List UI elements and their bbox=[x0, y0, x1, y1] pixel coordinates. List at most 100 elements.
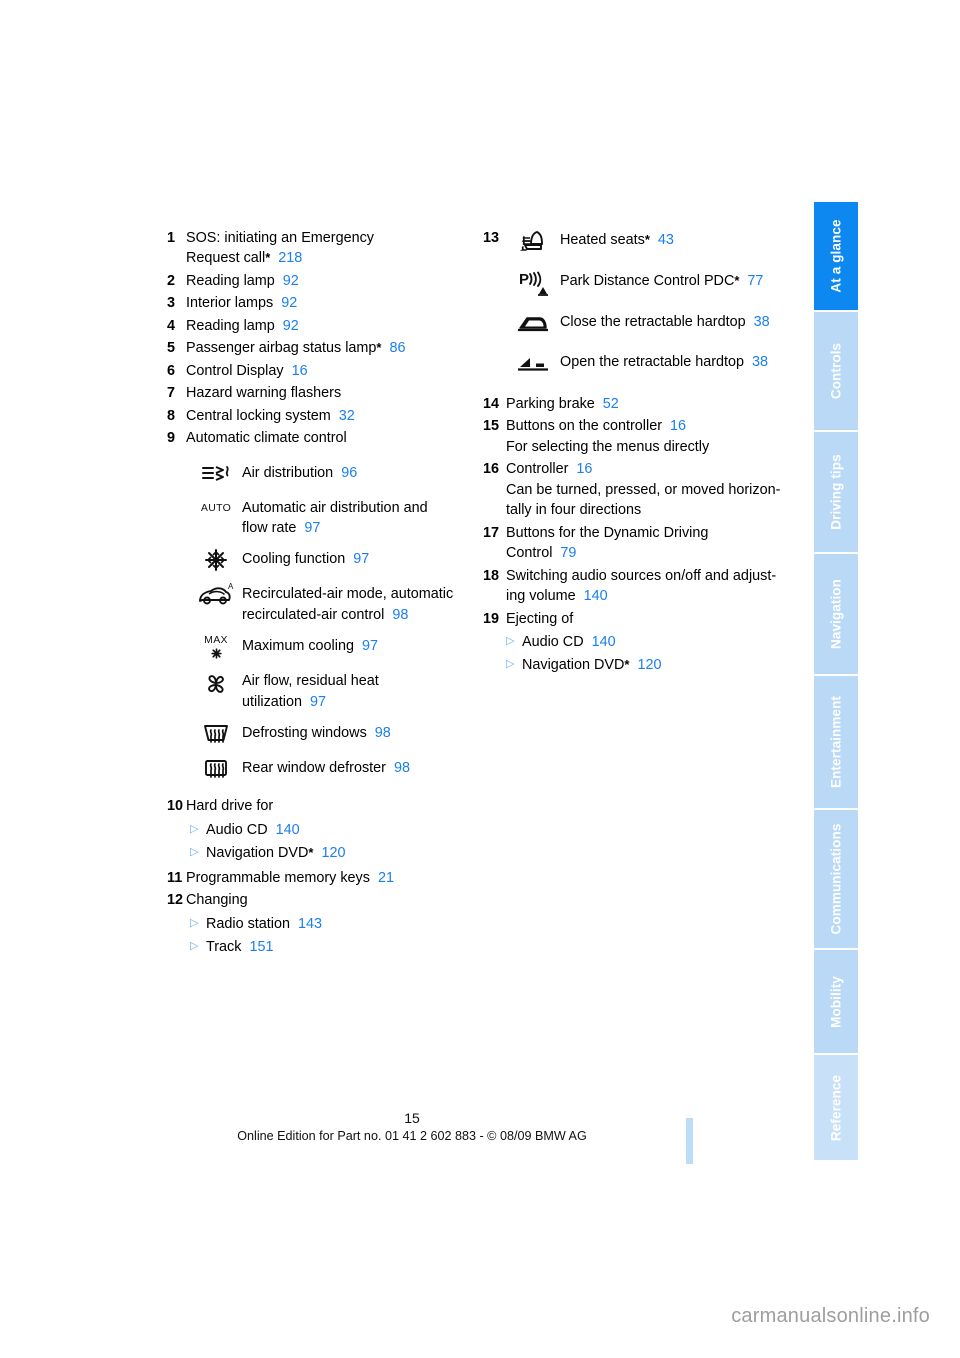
page-ref[interactable]: 52 bbox=[603, 396, 619, 412]
page-ref[interactable]: 151 bbox=[249, 939, 273, 955]
sub-text: Radio station 143 bbox=[206, 914, 322, 934]
page-ref[interactable]: 16 bbox=[292, 363, 308, 379]
sub-item-navigation-dvd: ▷ Navigation DVD* 120 bbox=[190, 843, 467, 863]
page-ref[interactable]: 97 bbox=[310, 694, 326, 710]
sidebar-tab-reference[interactable]: Reference bbox=[814, 1055, 858, 1160]
page-ref[interactable]: 143 bbox=[298, 916, 322, 932]
sub-text: Navigation DVD* 120 bbox=[206, 843, 345, 863]
right-content-column: 13 Heated seats* 43 P Park Distance Cont… bbox=[483, 228, 793, 677]
page-ref[interactable]: 140 bbox=[584, 588, 608, 604]
sidebar-tab-driving-tips[interactable]: Driving tips bbox=[814, 432, 858, 554]
legend-item-10: 10 Hard drive for bbox=[167, 796, 467, 816]
fan-airflow-icon bbox=[190, 669, 242, 698]
sidebar-tab-at-a-glance[interactable]: At a glance bbox=[814, 202, 858, 312]
auto-climate-icon: AUTO bbox=[190, 496, 242, 520]
item-line-3: tally in four directions bbox=[506, 502, 642, 519]
left-items-tail: 10 Hard drive for ▷ Audio CD 140 ▷ Navig… bbox=[167, 796, 467, 957]
page-ref[interactable]: 98 bbox=[392, 607, 408, 623]
legend-item-12: 12 Changing bbox=[167, 890, 467, 910]
icon-label: Open the retractable hardtop bbox=[560, 354, 745, 370]
page-ref[interactable]: 92 bbox=[281, 295, 297, 311]
page-ref[interactable]: 97 bbox=[353, 551, 369, 567]
page-ref[interactable]: 120 bbox=[321, 845, 345, 861]
item-number: 18 bbox=[483, 567, 500, 584]
icon-row-text: Maximum cooling 97 bbox=[242, 634, 467, 656]
edition-notice: Online Edition for Part no. 01 41 2 602 … bbox=[237, 1129, 587, 1143]
item-number: 4 bbox=[167, 317, 176, 334]
page-ref[interactable]: 120 bbox=[637, 657, 661, 673]
page-ref[interactable]: 21 bbox=[378, 870, 394, 886]
icon-row-text: Cooling function 97 bbox=[242, 547, 467, 569]
item-text: Hazard warning flashers bbox=[186, 383, 467, 403]
page-ref[interactable]: 77 bbox=[747, 273, 763, 289]
item-text: Central locking system 32 bbox=[186, 406, 467, 426]
right-items-list: 14 Parking brake 52 15 Buttons on the co… bbox=[483, 394, 793, 676]
page-ref[interactable]: 86 bbox=[389, 340, 405, 356]
icon-row-rear-window-defroster: Rear window defroster 98 bbox=[190, 756, 467, 782]
tab-label: Controls bbox=[828, 342, 844, 400]
icon-row-text: Air distribution 96 bbox=[242, 461, 467, 483]
optional-equipment-star: * bbox=[265, 250, 271, 266]
legend-item-13: 13 Heated seats* 43 P Park Distance Cont… bbox=[483, 228, 793, 390]
sub-label: Audio CD bbox=[206, 821, 268, 838]
item-label: Controller bbox=[506, 461, 569, 478]
item-number: 19 bbox=[483, 610, 500, 627]
item-line-2: Request call bbox=[186, 250, 266, 267]
legend-item-2: 2 Reading lamp 92 bbox=[167, 271, 467, 291]
sub-text: Audio CD 140 bbox=[522, 632, 616, 652]
icon-label: Rear window defroster bbox=[242, 760, 386, 777]
left-content-column: 1 SOS: initiating an Emergency Request c… bbox=[167, 228, 467, 958]
tab-label: Entertainment bbox=[828, 695, 844, 789]
page-ref[interactable]: 16 bbox=[576, 461, 592, 477]
page-ref[interactable]: 38 bbox=[752, 354, 768, 370]
sidebar-tab-controls[interactable]: Controls bbox=[814, 312, 858, 432]
page-ref[interactable]: 97 bbox=[362, 638, 378, 654]
page-ref[interactable]: 140 bbox=[276, 822, 300, 838]
legend-item-8: 8 Central locking system 32 bbox=[167, 406, 467, 426]
sidebar-tab-entertainment[interactable]: Entertainment bbox=[814, 676, 858, 810]
heated-seats-icon bbox=[506, 228, 560, 255]
sidebar-tab-communications[interactable]: Communications bbox=[814, 810, 858, 950]
page-ref[interactable]: 96 bbox=[341, 465, 357, 481]
open-hardtop-icon bbox=[506, 350, 560, 374]
page-ref[interactable]: 38 bbox=[754, 314, 770, 330]
page-ref[interactable]: 98 bbox=[394, 760, 410, 776]
legend-item-17: 17 Buttons for the Dynamic Driving Contr… bbox=[483, 523, 793, 564]
sub-text: Track 151 bbox=[206, 937, 273, 957]
max-text-glyph: MAX bbox=[204, 634, 228, 647]
icon-row-cooling: Cooling function 97 bbox=[190, 547, 467, 573]
item-label: Reading lamp bbox=[186, 317, 275, 334]
page-ref[interactable]: 32 bbox=[339, 408, 355, 424]
icon-label-2: flow rate bbox=[242, 519, 297, 536]
page-ref[interactable]: 79 bbox=[560, 545, 576, 561]
park-distance-control-icon: P bbox=[506, 269, 560, 296]
icon-label: Automatic air distribution and bbox=[242, 499, 428, 516]
item-line-2: ing volume bbox=[506, 588, 576, 605]
legend-item-7: 7 Hazard warning flashers bbox=[167, 383, 467, 403]
svg-text:A: A bbox=[228, 583, 234, 591]
page-ref[interactable]: 98 bbox=[375, 725, 391, 741]
page-ref[interactable]: 16 bbox=[670, 418, 686, 434]
page-ref[interactable]: 43 bbox=[658, 232, 674, 248]
sidebar-tab-navigation[interactable]: Navigation bbox=[814, 554, 858, 676]
item-text: Switching audio sources on/off and adjus… bbox=[506, 566, 793, 607]
icon-row-text: Heated seats* 43 bbox=[560, 228, 793, 250]
page-ref[interactable]: 92 bbox=[283, 318, 299, 334]
item-number: 17 bbox=[483, 524, 500, 541]
page-ref[interactable]: 97 bbox=[304, 520, 320, 536]
page-ref[interactable]: 140 bbox=[592, 634, 616, 650]
item-number: 12 bbox=[167, 892, 184, 909]
sidebar-tab-mobility[interactable]: Mobility bbox=[814, 950, 858, 1055]
auto-text-glyph: AUTO bbox=[200, 501, 232, 514]
site-watermark: carmanualsonline.info bbox=[731, 1305, 930, 1327]
legend-item-15: 15 Buttons on the controller 16 For sele… bbox=[483, 416, 793, 457]
item-number: 2 bbox=[167, 272, 176, 289]
item-text: Control Display 16 bbox=[186, 361, 467, 381]
page-ref[interactable]: 92 bbox=[283, 273, 299, 289]
sub-label: Radio station bbox=[206, 915, 290, 932]
item-number: 7 bbox=[167, 385, 176, 402]
tab-label: Reference bbox=[828, 1074, 844, 1141]
item-number: 9 bbox=[167, 430, 176, 447]
page-ref[interactable]: 218 bbox=[278, 250, 302, 266]
item-number: 3 bbox=[167, 295, 176, 312]
